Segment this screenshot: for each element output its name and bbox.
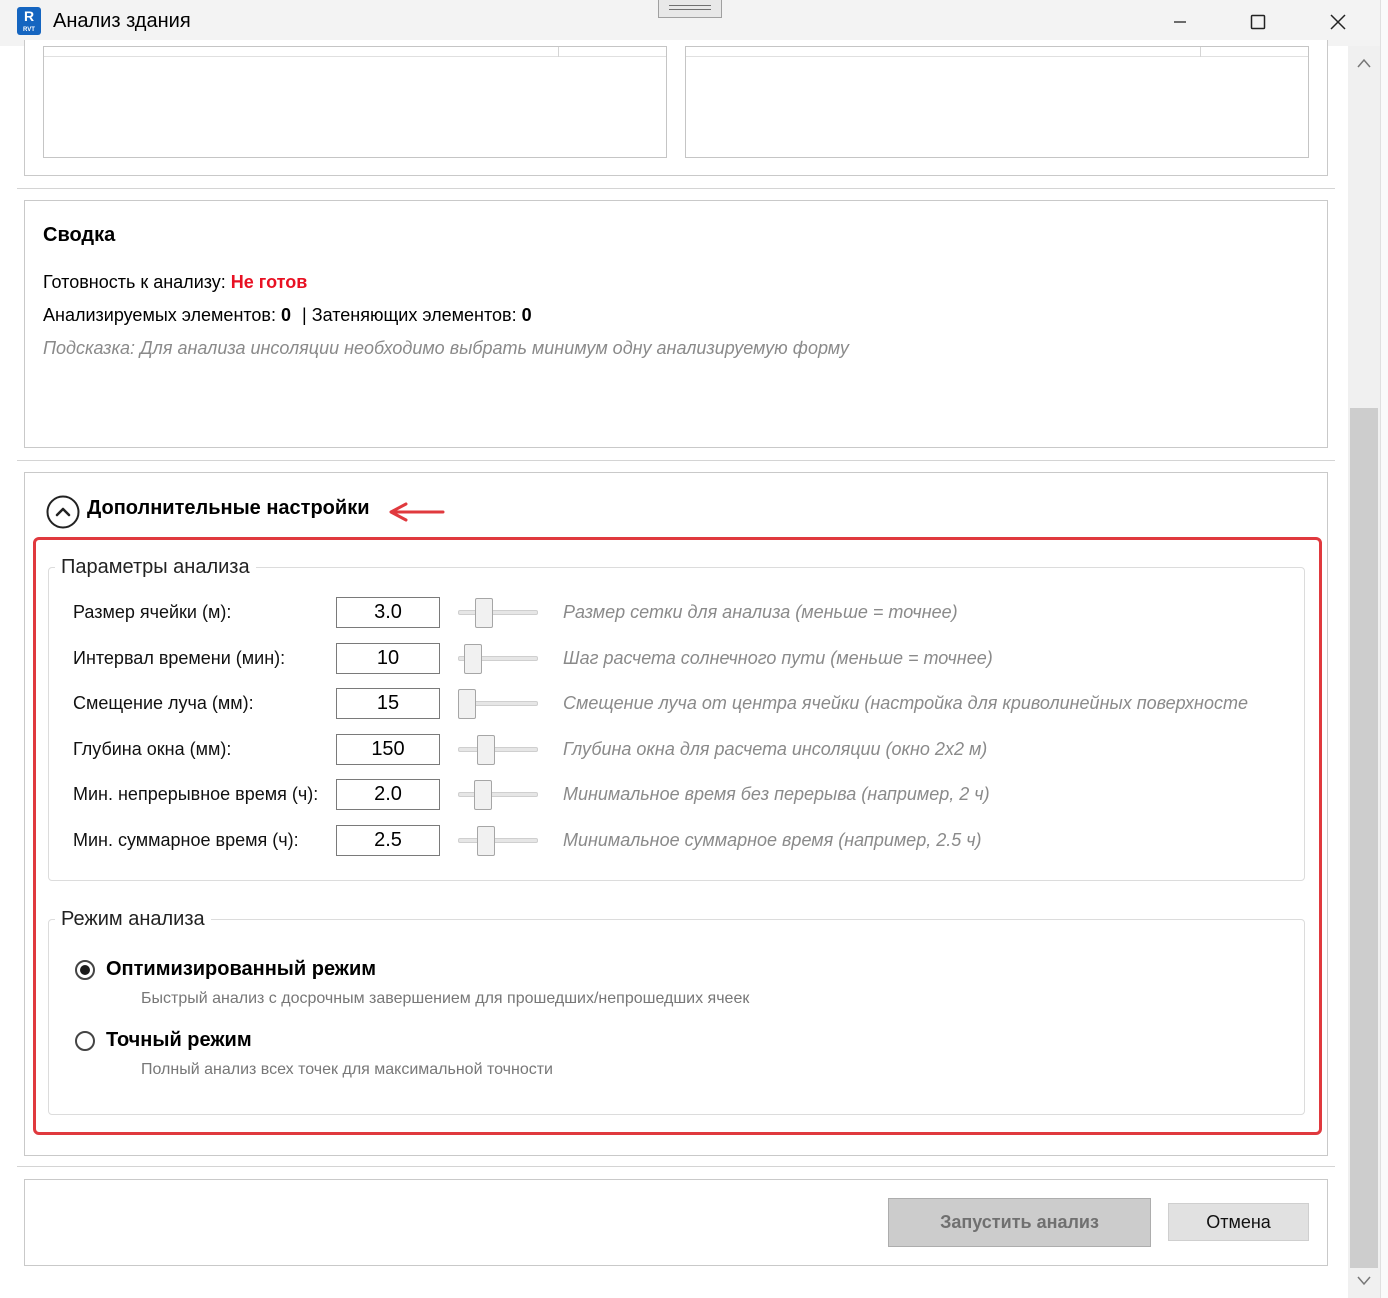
mode-option-label[interactable]: Оптимизированный режим [106,958,376,981]
chevron-up-icon [1357,58,1371,68]
param-value-input[interactable]: 2.5 [336,825,440,856]
analyzed-count-label: Анализируемых элементов: [43,305,281,325]
param-label: Мин. суммарное время (ч): [73,830,299,850]
summary-title: Сводка [43,224,116,246]
param-slider-track[interactable] [458,610,538,615]
minimize-button[interactable] [1140,0,1220,44]
mode-radio-button[interactable] [75,1031,95,1051]
section-divider [17,1166,1335,1167]
section-divider [17,188,1335,189]
run-analysis-button[interactable]: Запустить анализ [888,1198,1151,1247]
param-label: Мин. непрерывное время (ч): [73,784,319,804]
list-header [44,47,666,57]
param-slider-thumb[interactable] [474,598,493,628]
param-value-input[interactable]: 2.0 [336,779,440,810]
mode-option-label[interactable]: Точный режим [106,1029,252,1052]
param-value-input[interactable]: 150 [336,734,440,765]
readiness-status: Не готов [230,272,308,292]
annotation-arrow-icon [389,502,445,522]
readiness-line: Готовность к анализу: Не готов [43,272,307,293]
param-label: Глубина окна (мм): [73,739,232,759]
chevron-up-circle-icon [46,495,80,529]
readiness-label: Готовность к анализу: [43,272,231,292]
analyzed-elements-list[interactable] [43,46,667,158]
param-slider-track[interactable] [458,747,538,752]
section-divider [17,460,1335,461]
param-label: Интервал времени (мин): [73,648,286,668]
maximize-icon [1250,14,1266,30]
param-value-input[interactable]: 15 [336,688,440,719]
window-edge [1380,0,1388,1298]
revit-app-icon: R RVT [17,7,41,35]
scroll-down-button[interactable] [1350,1268,1378,1294]
param-description: Глубина окна для расчета инсоляции (окно… [563,739,988,759]
param-slider-thumb[interactable] [476,826,495,856]
analyzed-count-value: 0 [281,305,292,325]
analysis-params-legend: Параметры анализа [55,556,256,579]
scroll-up-button[interactable] [1350,50,1378,76]
param-slider-thumb[interactable] [464,644,483,674]
chevron-down-icon [1357,1276,1371,1286]
param-slider-thumb[interactable] [476,735,495,765]
param-description: Минимальное суммарное время (например, 2… [563,830,982,850]
close-icon [1330,14,1346,30]
param-slider-track[interactable] [458,792,538,797]
window-title: Анализ здания [53,10,191,32]
shading-elements-list[interactable] [685,46,1309,158]
param-description: Шаг расчета солнечного пути (меньше = то… [563,648,993,668]
cancel-button[interactable]: Отмена [1168,1203,1309,1241]
mode-option-description: Быстрый анализ с досрочным завершением д… [141,990,750,1007]
param-slider-track[interactable] [458,838,538,843]
summary-hint: Подсказка: Для анализа инсоляции необход… [43,338,849,358]
shading-count-value: 0 [521,305,532,325]
analysis-mode-group [48,919,1305,1115]
param-description: Размер сетки для анализа (меньше = точне… [563,602,958,622]
param-slider-thumb[interactable] [458,689,476,719]
mode-radio-button[interactable] [75,960,95,980]
param-label: Размер ячейки (м): [73,602,232,622]
analysis-mode-legend: Режим анализа [55,908,211,931]
param-label: Смещение луча (мм): [73,693,254,713]
mode-option-description: Полный анализ всех точек для максимально… [141,1061,553,1078]
param-description: Минимальное время без перерыва (например… [563,784,990,804]
param-description: Смещение луча от центра ячейки (настройк… [563,693,1248,713]
param-value-input[interactable]: 10 [336,643,440,674]
advanced-settings-title[interactable]: Дополнительные настройки [87,497,370,520]
app-icon-letter: R [23,8,35,24]
count-separator: | [302,305,307,325]
param-slider-thumb[interactable] [473,780,492,810]
shading-count-label: Затеняющих элементов: [311,305,522,325]
param-value-input[interactable]: 3.0 [336,597,440,628]
minimize-icon [1174,21,1186,23]
collapse-toggle-button[interactable] [46,495,80,529]
drag-grip-handle[interactable] [658,0,722,18]
app-icon-subtext: RVT [23,27,35,33]
scrollbar-thumb[interactable] [1350,408,1378,1268]
list-header [686,47,1308,57]
maximize-button[interactable] [1218,0,1298,44]
element-counts-line: Анализируемых элементов: 0 | Затеняющих … [43,305,532,326]
close-button[interactable] [1298,0,1378,44]
